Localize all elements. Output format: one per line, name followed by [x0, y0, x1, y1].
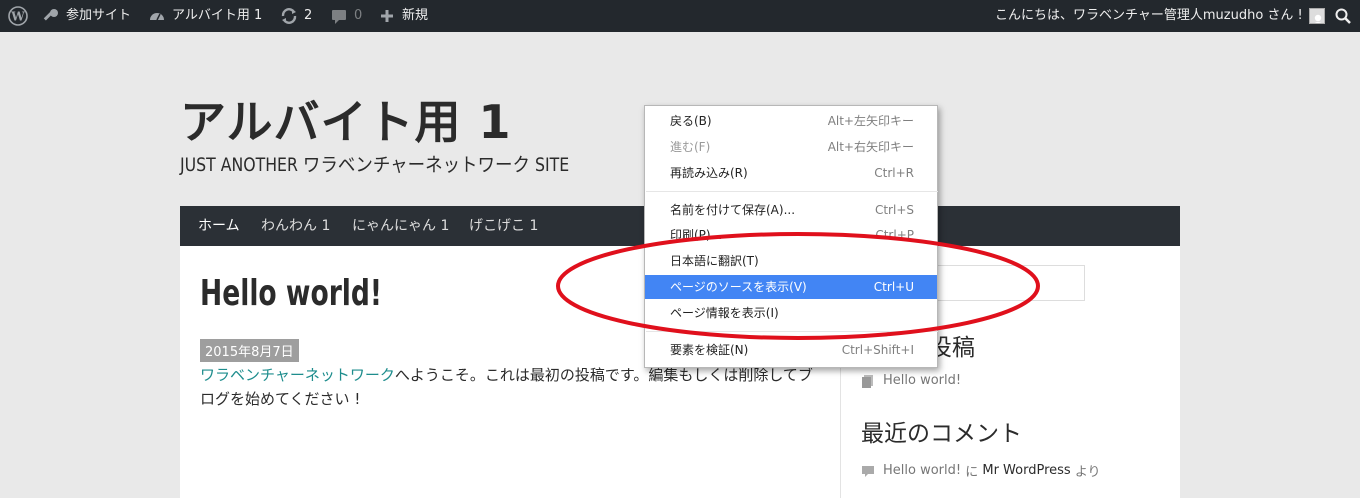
avatar [1308, 8, 1325, 24]
nav-item-wanwan[interactable]: わんわん 1 [261, 206, 330, 246]
comment-post-link[interactable]: Hello world! [883, 463, 961, 478]
recent-comments-title: 最近のコメント [861, 421, 1022, 447]
ctx-back[interactable]: 戻る(B) Alt+左矢印キー [645, 109, 937, 133]
plus-icon [381, 10, 393, 22]
updates-icon [281, 8, 297, 24]
ctx-view-source[interactable]: ページのソースを表示(V) Ctrl+U [645, 275, 937, 299]
ctx-back-shortcut: Alt+左矢印キー [827, 114, 914, 128]
ctx-save-as-label: 名前を付けて保存(A)... [670, 203, 796, 217]
ctx-print-shortcut: Ctrl+P [875, 228, 914, 242]
my-sites-menu[interactable]: 参加サイト [42, 0, 131, 32]
comment-on-text: に [961, 465, 983, 480]
ctx-save-as[interactable]: 名前を付けて保存(A)... Ctrl+S [645, 198, 937, 222]
recent-comment-item: Hello world! に Mr WordPress より [861, 461, 1101, 480]
ctx-translate-label: 日本語に翻訳(T) [670, 254, 759, 268]
ctx-inspect[interactable]: 要素を検証(N) Ctrl+Shift+I [645, 338, 937, 362]
ctx-reload[interactable]: 再読み込み(R) Ctrl+R [645, 161, 937, 185]
ctx-inspect-shortcut: Ctrl+Shift+I [841, 343, 914, 357]
recent-post-item[interactable]: Hello world! [861, 373, 961, 388]
dashboard-icon [150, 13, 164, 21]
new-content-label: 新規 [402, 8, 429, 23]
site-name-label: アルバイト用 1 [172, 8, 263, 23]
comment-icon [862, 465, 874, 477]
ctx-forward-shortcut: Alt+右矢印キー [827, 140, 914, 154]
network-link[interactable]: ワラベンチャーネットワーク [200, 366, 395, 384]
ctx-page-info[interactable]: ページ情報を表示(I) [645, 301, 937, 325]
site-name-menu[interactable]: アルバイト用 1 [148, 0, 262, 32]
ctx-forward[interactable]: 進む(F) Alt+右矢印キー [645, 135, 937, 159]
ctx-forward-label: 進む(F) [670, 140, 711, 154]
ctx-view-source-label: ページのソースを表示(V) [670, 280, 807, 294]
my-sites-label: 参加サイト [66, 8, 132, 23]
ctx-separator [646, 191, 938, 192]
comment-author[interactable]: Mr WordPress [982, 463, 1070, 478]
nav-item-home[interactable]: ホーム [198, 206, 240, 246]
updates-menu[interactable]: 2 [280, 0, 312, 32]
post-body: ワラベンチャーネットワークへようこそ。これは最初の投稿です。編集もしくは削除して… [200, 363, 820, 411]
ctx-translate[interactable]: 日本語に翻訳(T) [645, 249, 937, 273]
comment-suffix: より [1070, 465, 1101, 480]
new-content-menu[interactable]: 新規 [378, 0, 428, 32]
admin-bar: W 参加サイト アルバイト用 1 2 0 新規 こんにちは、ワラベンチャー管理人… [0, 0, 1360, 32]
comments-menu[interactable]: 0 [330, 0, 362, 32]
nav-item-gekogeko[interactable]: げこげこ 1 [469, 206, 538, 246]
ctx-reload-shortcut: Ctrl+R [874, 166, 914, 180]
ctx-separator [646, 331, 938, 332]
svg-text:W: W [10, 10, 25, 24]
key-icon [43, 9, 58, 21]
nav-item-nyannyan[interactable]: にゃんにゃん 1 [352, 206, 449, 246]
greeting-text: こんにちは、ワラベンチャー管理人muzudho さん ! [995, 8, 1303, 23]
ctx-view-source-shortcut: Ctrl+U [873, 280, 914, 294]
comments-count: 0 [354, 8, 363, 23]
site-title[interactable]: アルバイト用 1 [180, 86, 512, 152]
search-icon[interactable] [1334, 0, 1352, 32]
my-account-menu[interactable]: こんにちは、ワラベンチャー管理人muzudho さん ! [995, 0, 1325, 32]
context-menu: 戻る(B) Alt+左矢印キー 進む(F) Alt+右矢印キー 再読み込み(R) Ct… [644, 105, 938, 368]
ctx-page-info-label: ページ情報を表示(I) [670, 306, 779, 320]
ctx-print-label: 印刷(P)... [670, 228, 723, 242]
post-title[interactable]: Hello world! [200, 273, 382, 314]
post-date[interactable]: 2015年8月7日 [200, 339, 299, 362]
site-description: JUST ANOTHER ワラベンチャーネットワーク SITE [180, 154, 570, 176]
recent-post-link[interactable]: Hello world! [883, 373, 961, 388]
updates-count: 2 [304, 8, 313, 23]
comment-icon [332, 10, 346, 24]
ctx-back-label: 戻る(B) [670, 114, 712, 128]
ctx-save-as-shortcut: Ctrl+S [874, 203, 914, 217]
ctx-inspect-label: 要素を検証(N) [670, 343, 749, 357]
wordpress-logo-icon[interactable]: W [8, 0, 28, 32]
document-icon [862, 374, 873, 388]
ctx-print[interactable]: 印刷(P)... Ctrl+P [645, 223, 937, 247]
ctx-reload-label: 再読み込み(R) [670, 166, 748, 180]
